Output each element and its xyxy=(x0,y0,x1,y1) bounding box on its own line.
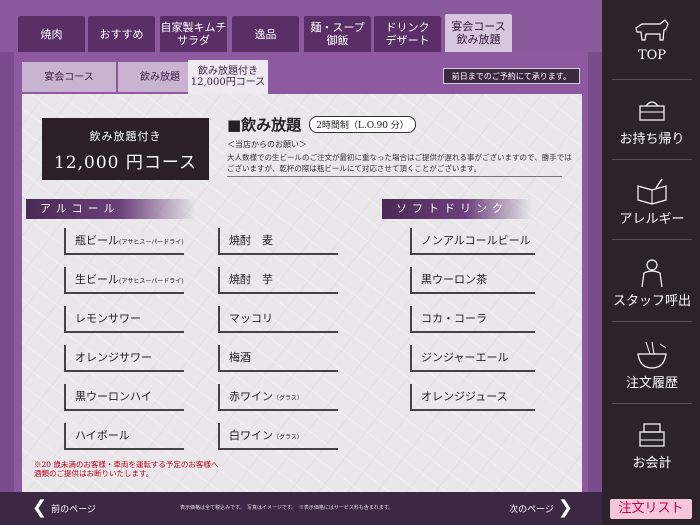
drink-item: 生ビール(アサヒスーパードライ) xyxy=(64,267,184,294)
tab-drink-dessert[interactable]: ドリンク デザート xyxy=(374,16,441,52)
chevron-left-icon: ❮ xyxy=(32,497,48,518)
drink-item: マッコリ xyxy=(218,306,338,333)
next-page-label: 次のページ xyxy=(509,504,554,515)
nav-order-history[interactable]: 注文履歴 xyxy=(612,334,692,404)
drink-item: 瓶ビール(アサヒスーパードライ) xyxy=(64,228,184,255)
drink-item: 赤ワイン（グラス） xyxy=(218,384,338,411)
nav-label: スタッフ呼出 xyxy=(612,294,691,309)
drink-item: 黒ウーロン茶 xyxy=(410,267,535,294)
time-limit-badge: 2時間制（L.O.90 分） xyxy=(309,116,416,133)
nav-top[interactable]: TOP xyxy=(612,10,692,80)
allergy-book-icon xyxy=(637,178,667,205)
chevron-right-icon: ❯ xyxy=(557,497,573,518)
drink-name: 焼酎 芋 xyxy=(229,273,273,286)
age-warning: ※20 歳未満のお客様・車両を運転する予定のお客様へ 酒類のご提供はお断りいたし… xyxy=(34,460,219,478)
order-list-button[interactable]: 注文リスト xyxy=(610,499,692,519)
plan-title: ■飲み放題 xyxy=(227,116,302,134)
drink-name: オレンジサワー xyxy=(75,351,152,364)
side-nav: TOP お持ち帰り アレルギー スタッフ呼出 注文履歴 お会計 注文リスト xyxy=(602,0,700,525)
drink-name: 生ビール xyxy=(75,273,119,286)
nav-allergy[interactable]: アレルギー xyxy=(612,170,692,240)
prev-page-label: 前のページ xyxy=(51,504,96,515)
nav-label: アレルギー xyxy=(619,212,685,227)
drink-note: （グラス） xyxy=(273,434,303,441)
drink-item: オレンジジュース xyxy=(410,384,535,411)
plan-header: ■飲み放題 2時間制（L.O.90 分） xyxy=(227,114,416,135)
footer-bar: ❮ 前のページ 表示価格は全て税込みです。 写真はイメージです。 ※表示価格には… xyxy=(0,492,602,525)
subtab-12000-course[interactable]: 飲み放題付き 12,000円コース xyxy=(188,60,268,94)
drink-item: 白ワイン（グラス） xyxy=(218,423,338,450)
register-icon xyxy=(639,423,665,447)
nav-label: 注文履歴 xyxy=(625,376,678,391)
noodle-bowl-icon xyxy=(637,341,667,369)
request-text: 大人数様での生ビールのご注文が最初に重なった場合はご提供が遅れる事がございますの… xyxy=(227,153,572,173)
drink-item: コカ・コーラ xyxy=(410,306,535,333)
drink-item: 梅酒 xyxy=(218,345,338,372)
divider xyxy=(227,176,562,177)
drink-name: コカ・コーラ xyxy=(421,312,487,325)
drink-item: ハイボール xyxy=(64,423,184,450)
nav-takeout[interactable]: お持ち帰り xyxy=(612,90,692,160)
nav-checkout[interactable]: お会計 xyxy=(612,414,692,484)
tab-kimchi-salad[interactable]: 自家製キムチ サラダ xyxy=(160,16,227,52)
drink-name: 白ワイン xyxy=(229,429,273,442)
drink-name: ハイボール xyxy=(75,429,130,442)
course-title-line1: 飲み放題付き xyxy=(89,130,162,143)
drink-name: オレンジジュース xyxy=(421,390,508,403)
drink-note: (アサヒスーパードライ) xyxy=(119,239,184,246)
soft-drink-heading: ソフトドリンク xyxy=(382,199,532,219)
drink-item: オレンジサワー xyxy=(64,345,184,372)
next-page-button[interactable]: 次のページ ❯ xyxy=(509,497,577,518)
drink-name: ジンジャーエール xyxy=(421,351,509,364)
drink-note: (アサヒスーパードライ) xyxy=(119,278,184,285)
drink-item: 黒ウーロンハイ xyxy=(64,384,184,411)
cow-icon xyxy=(635,19,669,41)
drink-name: 瓶ビール xyxy=(75,234,119,247)
drink-name: ノンアルコールビール xyxy=(421,234,531,247)
drink-name: 梅酒 xyxy=(229,351,251,364)
drink-name: 黒ウーロンハイ xyxy=(75,390,152,403)
drink-note: （グラス） xyxy=(273,395,303,402)
nav-call-staff[interactable]: スタッフ呼出 xyxy=(612,252,692,322)
nav-label: TOP xyxy=(637,48,667,63)
tab-noodle-soup-rice[interactable]: 麺・スープ 御飯 xyxy=(304,16,371,52)
drink-item: レモンサワー xyxy=(64,306,184,333)
tab-recommend[interactable]: おすすめ xyxy=(88,16,155,52)
takeout-bag-icon xyxy=(639,101,665,121)
nav-label: お会計 xyxy=(632,456,672,471)
drink-name: レモンサワー xyxy=(75,312,141,325)
alcohol-heading: アルコール xyxy=(26,199,196,219)
tab-specialty[interactable]: 逸品 xyxy=(232,16,299,52)
staff-icon xyxy=(641,259,663,288)
price-note: 表示価格は全て税込みです。 写真はイメージです。 ※表示価格にはサービス料も含ま… xyxy=(180,505,394,511)
drink-item: ジンジャーエール xyxy=(410,345,535,372)
drink-name: マッコリ xyxy=(229,312,273,325)
subtab-banquet-course[interactable]: 宴会コース xyxy=(22,62,116,92)
sub-tabs: 宴会コース 飲み放題 飲み放題付き 12,000円コース 前日までのご予約にて承… xyxy=(14,52,588,94)
prev-page-button[interactable]: ❮ 前のページ xyxy=(28,497,96,518)
nav-label: お持ち帰り xyxy=(619,132,685,147)
tab-banquet-course[interactable]: 宴会コース 飲み放題 xyxy=(445,14,512,52)
course-title-price: 12,000 円コース xyxy=(53,153,198,173)
menu-panel: 宴会コース 飲み放題 飲み放題付き 12,000円コース 前日までのご予約にて承… xyxy=(14,52,588,492)
drink-name: 黒ウーロン茶 xyxy=(421,273,487,286)
request-title: ＜当店からのお願い＞ xyxy=(227,140,307,149)
drink-item: 焼酎 麦 xyxy=(218,228,338,255)
reservation-notice: 前日までのご予約にて承ります。 xyxy=(442,68,580,84)
drink-item: 焼酎 芋 xyxy=(218,267,338,294)
menu-page: 飲み放題付き 12,000 円コース ■飲み放題 2時間制（L.O.90 分） … xyxy=(22,94,582,492)
drink-name: 焼酎 麦 xyxy=(229,234,273,247)
tab-yakiniku[interactable]: 焼肉 xyxy=(18,16,85,52)
course-title-box: 飲み放題付き 12,000 円コース xyxy=(42,118,209,180)
drink-name: 赤ワイン xyxy=(229,390,273,403)
drink-item: ノンアルコールビール xyxy=(410,228,535,255)
category-tabs: 焼肉 おすすめ 自家製キムチ サラダ 逸品 麺・スープ 御飯 ドリンク デザート… xyxy=(0,0,602,52)
